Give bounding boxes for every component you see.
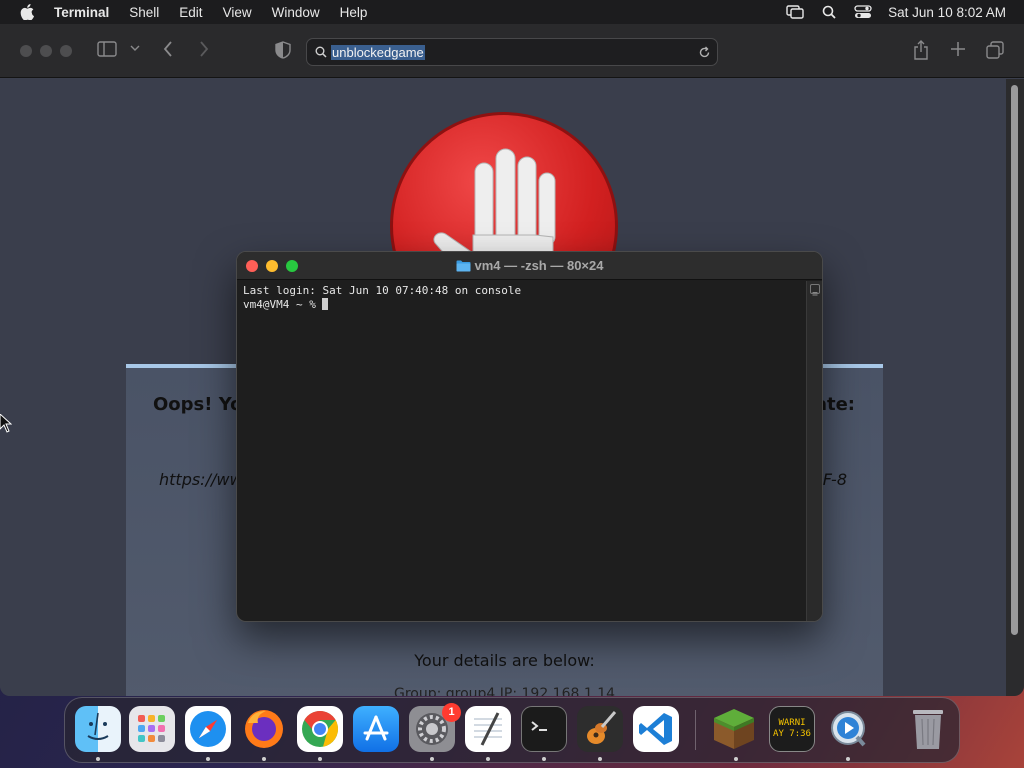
last-login-line: Last login: Sat Jun 10 07:40:48 on conso…	[243, 284, 522, 297]
folder-icon	[456, 260, 470, 272]
forward-icon[interactable]	[199, 41, 209, 57]
vscode-icon[interactable]	[633, 706, 679, 752]
back-icon[interactable]	[163, 41, 173, 57]
firefox-running-dot	[262, 757, 266, 761]
dock: 1 WARNI AY 7:36	[64, 697, 960, 763]
menu-clock[interactable]: Sat Jun 10 8:02 AM	[880, 5, 1024, 20]
safari-scroll-thumb[interactable]	[1011, 85, 1018, 635]
textedit-running-dot	[486, 757, 490, 761]
privacy-shield-icon[interactable]	[275, 41, 291, 59]
sidebar-toggle-icon[interactable]	[97, 41, 117, 57]
trash-icon[interactable]	[905, 706, 951, 752]
chrome-icon[interactable]	[297, 706, 343, 752]
share-icon[interactable]	[913, 40, 929, 60]
terminal-titlebar[interactable]: vm4 — -zsh — 80×24	[237, 252, 822, 280]
terminal-scroll-handle-icon[interactable]	[810, 284, 820, 296]
app-store-icon[interactable]	[353, 706, 399, 752]
quicktime-icon[interactable]	[825, 706, 871, 752]
terminal-icon[interactable]	[521, 706, 567, 752]
safari-minimize-button[interactable]	[40, 44, 52, 57]
safari-running-dot	[206, 757, 210, 761]
minecraft-icon[interactable]	[711, 706, 757, 752]
console-icon[interactable]: WARNI AY 7:36	[769, 706, 815, 752]
safari-close-button[interactable]	[20, 44, 32, 57]
launchpad-icon[interactable]	[129, 706, 175, 752]
details-heading: Your details are below:	[414, 651, 595, 670]
terminal-running-dot	[542, 757, 546, 761]
chevron-down-icon[interactable]	[130, 44, 140, 52]
new-tab-icon[interactable]	[950, 41, 966, 57]
spotlight-search-icon[interactable]	[812, 5, 846, 19]
quicktime-running-dot	[846, 757, 850, 761]
details-line: Group: group4 IP: 192.168.1.14	[393, 686, 616, 696]
menu-window[interactable]: Window	[262, 5, 330, 20]
textedit-icon[interactable]	[465, 706, 511, 752]
control-center-icon[interactable]	[846, 5, 880, 19]
chrome-running-dot	[318, 757, 322, 761]
menu-edit[interactable]: Edit	[169, 5, 212, 20]
garageband-icon[interactable]	[577, 706, 623, 752]
tab-overview-icon[interactable]	[986, 41, 1004, 59]
safari-window-controls[interactable]	[20, 44, 72, 57]
text-cursor	[322, 298, 329, 310]
search-icon	[315, 46, 327, 58]
finder-running-dot	[96, 757, 100, 761]
mouse-pointer-icon	[0, 413, 13, 439]
terminal-title-text: vm4 — -zsh — 80×24	[474, 258, 604, 273]
address-text[interactable]: unblockedgame	[331, 44, 425, 60]
settings-running-dot	[430, 757, 434, 761]
terminal-output[interactable]: Last login: Sat Jun 10 07:40:48 on conso…	[237, 281, 807, 621]
console-icon-line2: AY 7:36	[773, 729, 811, 739]
finder-icon[interactable]	[75, 706, 121, 752]
dock-separator	[695, 710, 696, 750]
minecraft-running-dot	[734, 757, 738, 761]
address-bar[interactable]: unblockedgame	[306, 38, 718, 66]
menu-bar: Terminal Shell Edit View Window Help Sat…	[0, 0, 1024, 24]
terminal-scrollbar[interactable]	[806, 281, 822, 621]
safari-icon[interactable]	[185, 706, 231, 752]
menu-view[interactable]: View	[213, 5, 262, 20]
safari-zoom-button[interactable]	[60, 44, 72, 57]
screen-mirroring-icon[interactable]	[778, 5, 812, 19]
blocked-url-end: F-8	[822, 470, 847, 489]
garageband-running-dot	[598, 757, 602, 761]
apple-menu-icon[interactable]	[0, 4, 54, 20]
notification-badge: 1	[442, 703, 461, 722]
prompt-line[interactable]: vm4@VM4 ~ %	[243, 298, 801, 312]
menu-app-name[interactable]: Terminal	[54, 5, 119, 20]
menu-shell[interactable]: Shell	[119, 5, 169, 20]
console-icon-line1: WARNI	[778, 718, 806, 728]
blocked-url: https://ww	[159, 470, 243, 489]
terminal-window[interactable]: vm4 — -zsh — 80×24 Last login: Sat Jun 1…	[236, 251, 823, 622]
safari-toolbar: unblockedgame	[0, 24, 1024, 78]
reload-icon[interactable]	[698, 46, 711, 59]
shell-prompt: vm4@VM4 ~ %	[243, 298, 323, 311]
menu-help[interactable]: Help	[330, 5, 378, 20]
safari-scrollbar[interactable]	[1006, 79, 1024, 696]
firefox-icon[interactable]	[241, 706, 287, 752]
terminal-title: vm4 — -zsh — 80×24	[237, 258, 822, 273]
